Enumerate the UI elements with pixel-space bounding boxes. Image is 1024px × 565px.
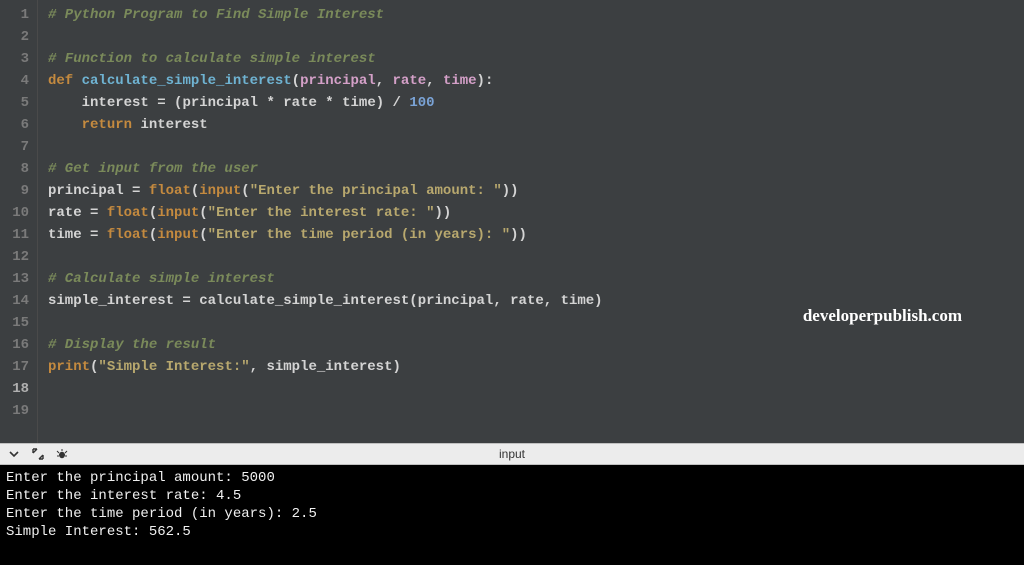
code-line [48,136,1024,158]
line-number: 4 [0,70,37,92]
terminal-toolbar: input [0,443,1024,465]
line-number: 14 [0,290,37,312]
code-editor[interactable]: 1 2 3 4 5 6 7 8 9 10 11 12 13 14 15 16 1… [0,0,1024,443]
code-line: # Calculate simple interest [48,268,1024,290]
code-line [48,400,1024,422]
code-line: principal = float(input("Enter the princ… [48,180,1024,202]
code-line [48,26,1024,48]
code-line: interest = (principal * rate * time) / 1… [48,92,1024,114]
line-number: 10 [0,202,37,224]
line-number: 11 [0,224,37,246]
line-number: 12 [0,246,37,268]
code-line: rate = float(input("Enter the interest r… [48,202,1024,224]
line-number: 19 [0,400,37,422]
line-number: 9 [0,180,37,202]
line-number: 3 [0,48,37,70]
terminal-line: Simple Interest: 562.5 [6,523,1018,541]
code-line [48,378,1024,400]
code-line: time = float(input("Enter the time perio… [48,224,1024,246]
line-number: 7 [0,136,37,158]
line-number: 1 [0,4,37,26]
line-number: 18 [0,378,37,400]
code-line: def calculate_simple_interest(principal,… [48,70,1024,92]
expand-icon[interactable] [30,446,46,462]
line-number: 13 [0,268,37,290]
line-number: 15 [0,312,37,334]
chevron-down-icon[interactable] [6,446,22,462]
terminal-line: Enter the principal amount: 5000 [6,469,1018,487]
line-number: 6 [0,114,37,136]
code-area[interactable]: # Python Program to Find Simple Interest… [38,0,1024,443]
bug-icon[interactable] [54,446,70,462]
code-line: # Function to calculate simple interest [48,48,1024,70]
code-line: # Display the result [48,334,1024,356]
line-number: 17 [0,356,37,378]
code-line: # Get input from the user [48,158,1024,180]
code-line [48,246,1024,268]
terminal-line: Enter the interest rate: 4.5 [6,487,1018,505]
line-number: 5 [0,92,37,114]
code-line: # Python Program to Find Simple Interest [48,4,1024,26]
line-number-gutter: 1 2 3 4 5 6 7 8 9 10 11 12 13 14 15 16 1… [0,0,38,443]
terminal-title: input [499,447,525,461]
line-number: 8 [0,158,37,180]
line-number: 2 [0,26,37,48]
terminal-line: Enter the time period (in years): 2.5 [6,505,1018,523]
code-line: print("Simple Interest:", simple_interes… [48,356,1024,378]
watermark-text: developerpublish.com [803,305,962,327]
line-number: 16 [0,334,37,356]
code-line: return interest [48,114,1024,136]
terminal-output[interactable]: Enter the principal amount: 5000 Enter t… [0,465,1024,565]
